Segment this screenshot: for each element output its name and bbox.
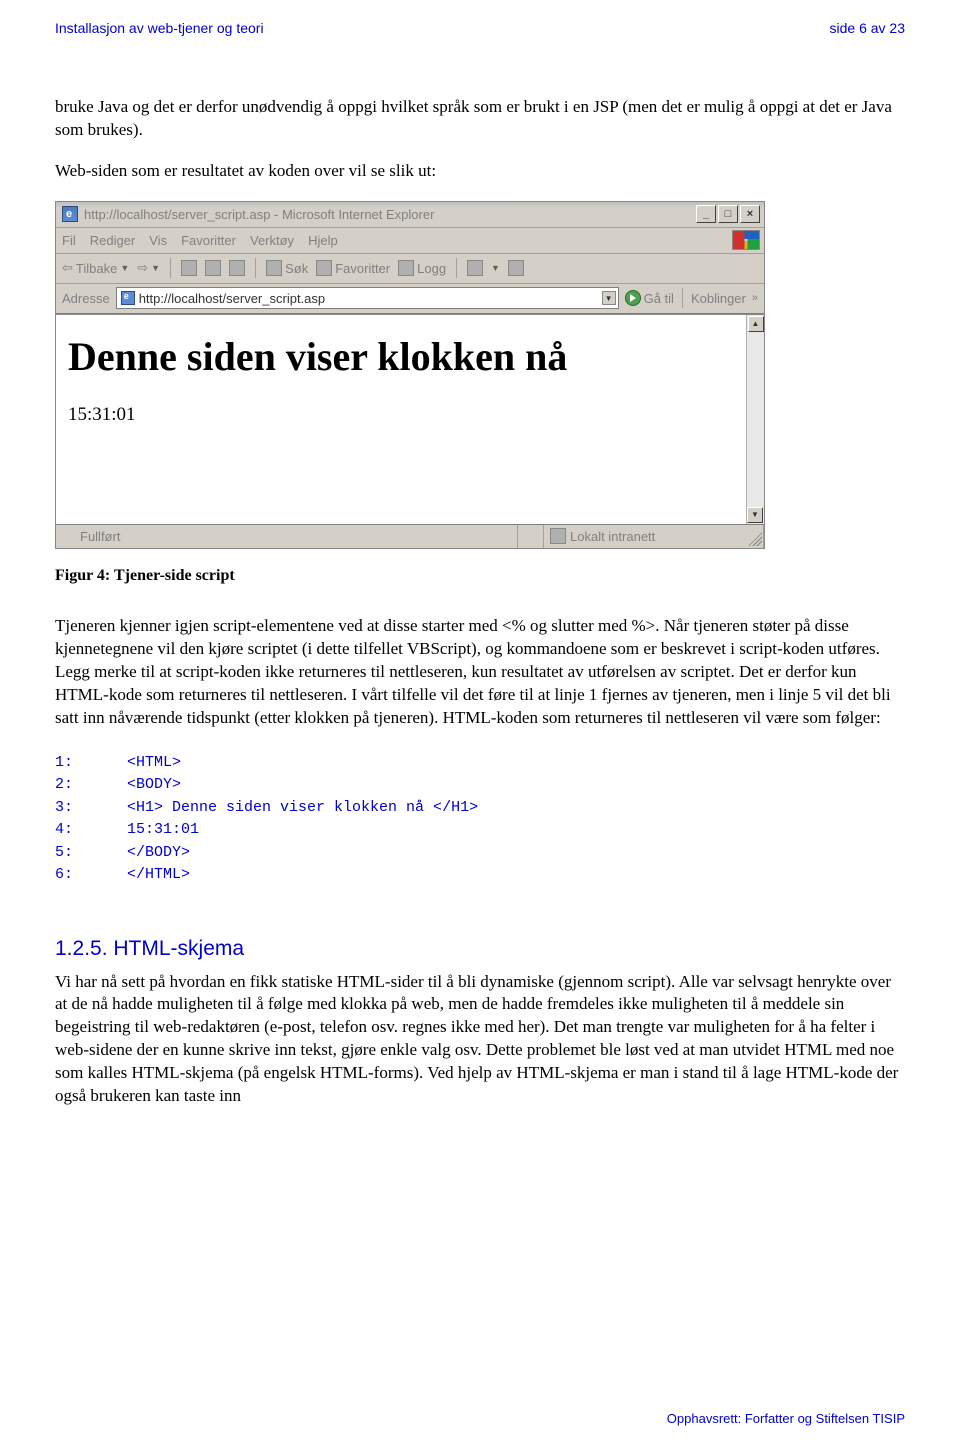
go-button[interactable]: Gå til	[625, 290, 674, 306]
search-button[interactable]: Søk	[266, 260, 308, 276]
menu-tools[interactable]: Verktøy	[250, 233, 294, 248]
favorites-button[interactable]: Favoritter	[316, 260, 390, 276]
figure-caption: Figur 4: Tjener-side script	[55, 567, 905, 585]
toolbar: ⇦ Tilbake ▼ ⇨ ▼ Søk Favoritter	[56, 254, 764, 284]
menu-help[interactable]: Hjelp	[308, 233, 338, 248]
zone-text: Lokalt intranett	[570, 529, 655, 544]
page-time: 15:31:01	[68, 404, 752, 426]
section-paragraph: Vi har nå sett på hvordan en fikk statis…	[55, 971, 905, 1109]
ie-icon	[62, 206, 78, 222]
address-url: http://localhost/server_script.asp	[139, 291, 325, 306]
forward-arrow-icon: ⇨	[137, 260, 148, 276]
browser-window: http://localhost/server_script.asp - Mic…	[55, 201, 765, 549]
stop-icon[interactable]	[181, 260, 197, 276]
search-icon	[266, 260, 282, 276]
toolbar-separator	[170, 258, 171, 278]
print-icon[interactable]	[508, 260, 524, 276]
page-content: ▲ ▼ Denne siden viser klokken nå 15:31:0…	[56, 314, 764, 524]
header-right: side 6 av 23	[830, 20, 906, 36]
close-button[interactable]: ×	[740, 205, 760, 223]
toolbar-separator	[682, 288, 683, 308]
back-arrow-icon: ⇦	[62, 260, 73, 276]
resize-grip-icon[interactable]	[748, 532, 762, 546]
forward-button[interactable]: ⇨ ▼	[137, 260, 160, 276]
status-text: Fullført	[80, 529, 120, 544]
titlebar: http://localhost/server_script.asp - Mic…	[56, 202, 764, 228]
windows-flag-icon	[732, 230, 760, 250]
page-icon	[121, 291, 135, 305]
history-label: Logg	[417, 261, 446, 276]
maximize-button[interactable]: □	[718, 205, 738, 223]
chevron-down-icon[interactable]: ▼	[602, 291, 616, 305]
section-heading: 1.2.5. HTML-skjema	[55, 937, 905, 961]
history-button[interactable]: Logg	[398, 260, 446, 276]
favorites-icon	[316, 260, 332, 276]
scroll-down-button[interactable]: ▼	[747, 507, 763, 523]
page-icon	[62, 529, 76, 543]
code-line: 1: <HTML>	[55, 754, 181, 771]
menu-favorites[interactable]: Favoritter	[181, 233, 236, 248]
window-title: http://localhost/server_script.asp - Mic…	[84, 207, 434, 222]
toolbar-separator	[255, 258, 256, 278]
mail-icon[interactable]	[467, 260, 483, 276]
go-icon	[625, 290, 641, 306]
address-label: Adresse	[62, 291, 110, 306]
chevron-down-icon: ▼	[120, 263, 129, 273]
minimize-button[interactable]: _	[696, 205, 716, 223]
code-line: 4: 15:31:01	[55, 821, 199, 838]
intro-paragraph: bruke Java og det er derfor unødvendig å…	[55, 96, 905, 142]
code-line: 2: <BODY>	[55, 776, 181, 793]
scrollbar[interactable]: ▲ ▼	[746, 315, 764, 524]
chevron-down-icon: ▼	[491, 263, 500, 273]
links-label[interactable]: Koblinger	[691, 291, 746, 306]
home-icon[interactable]	[229, 260, 245, 276]
code-line: 5: </BODY>	[55, 844, 190, 861]
go-label: Gå til	[644, 291, 674, 306]
lead-in-text: Web-siden som er resultatet av koden ove…	[55, 160, 905, 183]
statusbar: Fullført Lokalt intranett	[56, 524, 764, 548]
chevron-down-icon: ▼	[151, 263, 160, 273]
back-label: Tilbake	[76, 261, 117, 276]
search-label: Søk	[285, 261, 308, 276]
menubar: Fil Rediger Vis Favoritter Verktøy Hjelp	[56, 228, 764, 254]
menu-edit[interactable]: Rediger	[90, 233, 136, 248]
menu-file[interactable]: Fil	[62, 233, 76, 248]
footer-text: Opphavsrett: Forfatter og Stiftelsen TIS…	[667, 1411, 905, 1426]
code-line: 6: </HTML>	[55, 866, 190, 883]
zone-icon	[550, 528, 566, 544]
address-bar-row: Adresse http://localhost/server_script.a…	[56, 284, 764, 314]
code-line: 3: <H1> Denne siden viser klokken nå </H…	[55, 799, 478, 816]
address-input[interactable]: http://localhost/server_script.asp ▼	[116, 287, 619, 309]
back-button[interactable]: ⇦ Tilbake ▼	[62, 260, 129, 276]
header-left: Installasjon av web-tjener og teori	[55, 20, 264, 36]
history-icon	[398, 260, 414, 276]
code-block: 1: <HTML> 2: <BODY> 3: <H1> Denne siden …	[55, 752, 905, 887]
menu-view[interactable]: Vis	[149, 233, 167, 248]
refresh-icon[interactable]	[205, 260, 221, 276]
favorites-label: Favoritter	[335, 261, 390, 276]
main-paragraph: Tjeneren kjenner igjen script-elementene…	[55, 615, 905, 730]
chevron-right-icon[interactable]: »	[752, 292, 758, 304]
scroll-up-button[interactable]: ▲	[748, 316, 764, 332]
toolbar-separator	[456, 258, 457, 278]
page-heading: Denne siden viser klokken nå	[68, 333, 752, 380]
